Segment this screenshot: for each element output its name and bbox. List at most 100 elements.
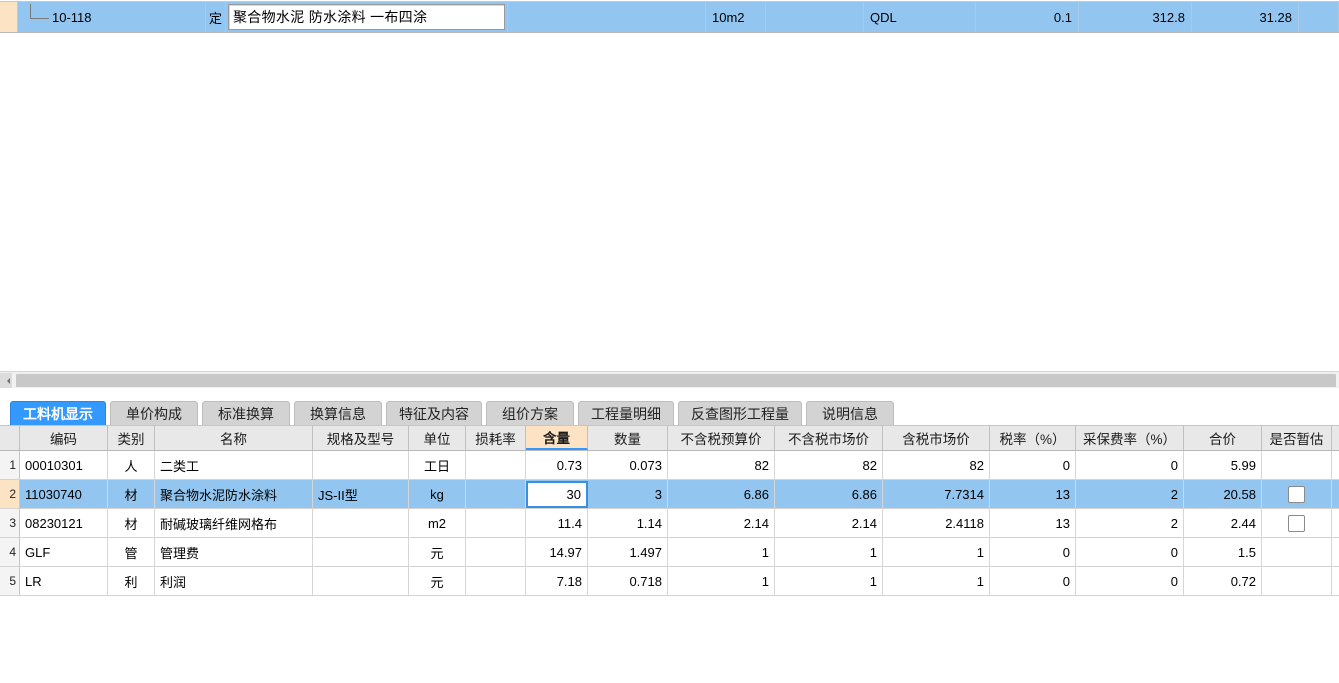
cell-procure_rate[interactable]: 2 xyxy=(1076,480,1184,508)
cell-procure_rate[interactable]: 0 xyxy=(1076,567,1184,595)
cell-name[interactable]: 聚合物水泥防水涂料 xyxy=(155,480,313,508)
cell-market_price_excl_tax[interactable]: 6.86 xyxy=(775,480,883,508)
provisional-checkbox[interactable] xyxy=(1288,485,1305,503)
tab-4[interactable]: 特征及内容 xyxy=(386,401,482,426)
cell-amount[interactable]: 1.5 xyxy=(1184,538,1262,566)
cell-tax_rate[interactable]: 0 xyxy=(990,538,1076,566)
cell-quantity[interactable]: 3 xyxy=(588,480,668,508)
cell-content[interactable]: 0.73 xyxy=(526,451,588,479)
cell-loss_rate[interactable] xyxy=(466,538,526,566)
cell-budget_price_excl_tax[interactable]: 1 xyxy=(668,567,775,595)
column-header-0[interactable]: 编码 xyxy=(20,426,108,450)
cell-tax_rate[interactable]: 0 xyxy=(990,567,1076,595)
cell-quantity[interactable]: 0.073 xyxy=(588,451,668,479)
column-header-7[interactable]: 数量 xyxy=(588,426,668,450)
cell-category[interactable]: 材 xyxy=(108,480,155,508)
tab-3[interactable]: 换算信息 xyxy=(294,401,382,426)
cell-unit[interactable]: 元 xyxy=(409,567,466,595)
column-header-9[interactable]: 不含税市场价 xyxy=(775,426,883,450)
cell-market_price_excl_tax[interactable]: 1 xyxy=(775,538,883,566)
horizontal-scrollbar[interactable] xyxy=(0,371,1339,389)
table-row[interactable]: 2 11030740 材 聚合物水泥防水涂料 JS-II型 kg 30 3 6.86 6.86 7.… xyxy=(0,480,1339,509)
cell-loss_rate[interactable] xyxy=(466,451,526,479)
cell-unit[interactable]: kg xyxy=(409,480,466,508)
table-row[interactable]: 3 08230121 材 耐碱玻璃纤维网格布 m2 11.4 1.14 2.14 2.14 2.4… xyxy=(0,509,1339,538)
cell-procure_rate[interactable]: 0 xyxy=(1076,451,1184,479)
upper-grid-row[interactable]: 10-118 定 聚合物水泥 防水涂料 一布四涂 10m2 QDL 0.1 31… xyxy=(0,1,1339,33)
tab-5[interactable]: 组价方案 xyxy=(486,401,574,426)
cell-procure_rate[interactable]: 2 xyxy=(1076,509,1184,537)
cell-name[interactable]: 二类工 xyxy=(155,451,313,479)
cell-amount[interactable]: 20.58 xyxy=(1184,480,1262,508)
column-header-11[interactable]: 税率（%） xyxy=(990,426,1076,450)
upper-cell-blank-1[interactable] xyxy=(766,2,864,32)
cell-provisional[interactable] xyxy=(1262,538,1332,566)
row-gutter[interactable]: 3 xyxy=(0,509,20,537)
cell-amount[interactable]: 0.72 xyxy=(1184,567,1262,595)
cell-market_price_incl_tax[interactable]: 1 xyxy=(883,538,990,566)
tab-8[interactable]: 说明信息 xyxy=(806,401,894,426)
scrollbar-track[interactable] xyxy=(12,374,1339,387)
cell-spec[interactable] xyxy=(313,451,409,479)
column-header-10[interactable]: 含税市场价 xyxy=(883,426,990,450)
cell-quantity[interactable]: 1.497 xyxy=(588,538,668,566)
cell-category[interactable]: 材 xyxy=(108,509,155,537)
tab-2[interactable]: 标准换算 xyxy=(202,401,290,426)
cell-market_price_incl_tax[interactable]: 82 xyxy=(883,451,990,479)
table-row[interactable]: 4 GLF 管 管理费 元 14.97 1.497 1 1 1 0 0 1.5 xyxy=(0,538,1339,567)
cell-content[interactable]: 14.97 xyxy=(526,538,588,566)
row-gutter[interactable]: 4 xyxy=(0,538,20,566)
cell-spec[interactable] xyxy=(313,567,409,595)
cell-market_price_excl_tax[interactable]: 2.14 xyxy=(775,509,883,537)
cell-spec[interactable] xyxy=(313,538,409,566)
upper-cell-code[interactable]: 10-118 xyxy=(18,2,206,32)
cell-provisional[interactable] xyxy=(1262,567,1332,595)
cell-content[interactable]: 7.18 xyxy=(526,567,588,595)
upper-cell-unit[interactable]: 10m2 xyxy=(706,2,766,32)
cell-code[interactable]: GLF xyxy=(20,538,108,566)
cell-spec[interactable] xyxy=(313,509,409,537)
cell-tax_rate[interactable]: 13 xyxy=(990,509,1076,537)
cell-quantity[interactable]: 1.14 xyxy=(588,509,668,537)
column-header-13[interactable]: 合价 xyxy=(1184,426,1262,450)
cell-market_price_incl_tax[interactable]: 7.7314 xyxy=(883,480,990,508)
content-edit-cell[interactable]: 30 xyxy=(526,480,588,508)
cell-market_price_incl_tax[interactable]: 2.4118 xyxy=(883,509,990,537)
cell-code[interactable]: LR xyxy=(20,567,108,595)
cell-quantity[interactable]: 0.718 xyxy=(588,567,668,595)
cell-unit[interactable]: 元 xyxy=(409,538,466,566)
upper-row-gutter[interactable] xyxy=(0,2,18,32)
upper-cell-name[interactable]: 聚合物水泥 防水涂料 一布四涂 xyxy=(226,2,508,32)
cell-name[interactable]: 管理费 xyxy=(155,538,313,566)
column-header-4[interactable]: 单位 xyxy=(409,426,466,450)
cell-name[interactable]: 耐碱玻璃纤维网格布 xyxy=(155,509,313,537)
cell-name[interactable]: 利润 xyxy=(155,567,313,595)
cell-spec[interactable]: JS-II型 xyxy=(313,480,409,508)
name-edit-input[interactable]: 聚合物水泥 防水涂料 一布四涂 xyxy=(228,4,505,30)
row-gutter[interactable]: 1 xyxy=(0,451,20,479)
tab-6[interactable]: 工程量明细 xyxy=(578,401,674,426)
cell-loss_rate[interactable] xyxy=(466,509,526,537)
cell-budget_price_excl_tax[interactable]: 6.86 xyxy=(668,480,775,508)
cell-provisional[interactable] xyxy=(1262,480,1332,508)
column-header-2[interactable]: 名称 xyxy=(155,426,313,450)
tab-0[interactable]: 工料机显示 xyxy=(10,401,106,426)
upper-cell-category[interactable]: 定 xyxy=(206,2,226,32)
cell-code[interactable]: 11030740 xyxy=(20,480,108,508)
table-row[interactable]: 1 00010301 人 二类工 工日 0.73 0.073 82 82 82 0 0 5.99 xyxy=(0,451,1339,480)
column-header-6[interactable]: 含量 xyxy=(526,426,588,450)
cell-procure_rate[interactable]: 0 xyxy=(1076,538,1184,566)
cell-provisional[interactable] xyxy=(1262,509,1332,537)
upper-cell-blank-2[interactable] xyxy=(1299,2,1339,32)
column-header-1[interactable]: 类别 xyxy=(108,426,155,450)
cell-budget_price_excl_tax[interactable]: 82 xyxy=(668,451,775,479)
scrollbar-thumb[interactable] xyxy=(16,374,1336,387)
tab-7[interactable]: 反查图形工程量 xyxy=(678,401,802,426)
column-header-3[interactable]: 规格及型号 xyxy=(313,426,409,450)
tab-1[interactable]: 单价构成 xyxy=(110,401,198,426)
upper-cell-total[interactable]: 31.28 xyxy=(1192,2,1299,32)
cell-amount[interactable]: 5.99 xyxy=(1184,451,1262,479)
cell-category[interactable]: 人 xyxy=(108,451,155,479)
cell-code[interactable]: 00010301 xyxy=(20,451,108,479)
cell-budget_price_excl_tax[interactable]: 2.14 xyxy=(668,509,775,537)
